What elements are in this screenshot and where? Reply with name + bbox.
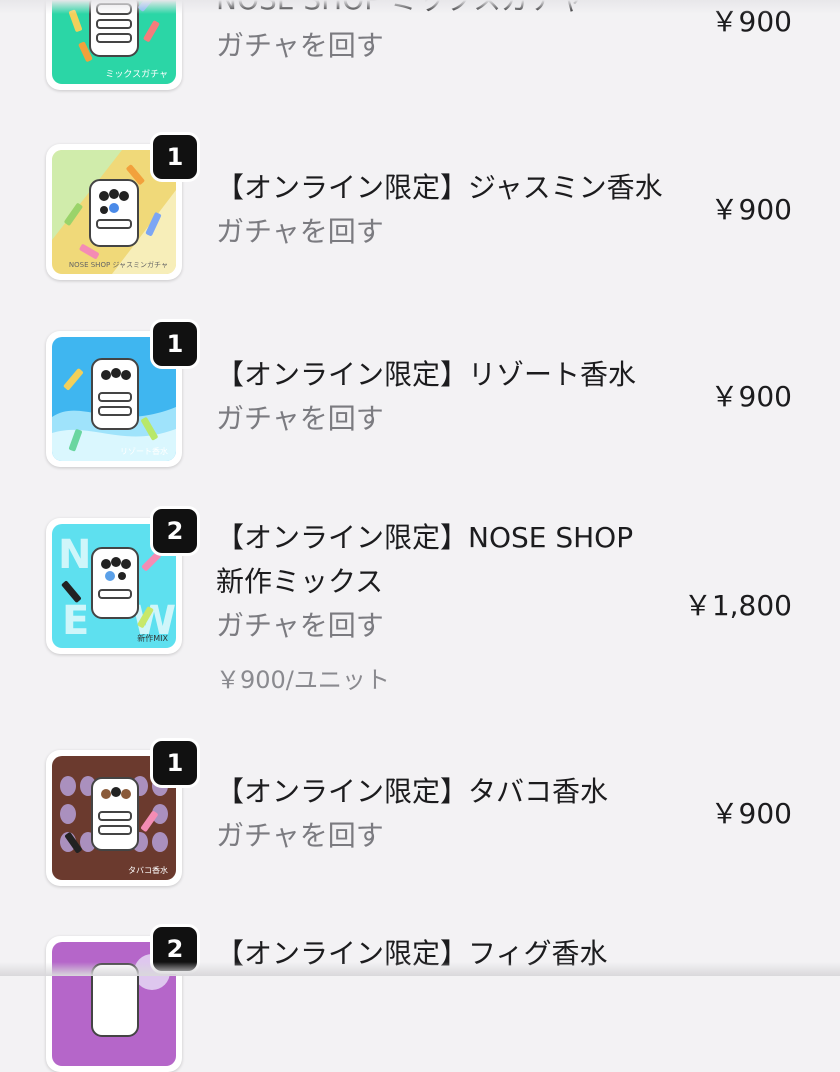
quantity-badge: 1 (150, 738, 200, 788)
quantity-badge: 1 (150, 132, 200, 182)
thumbnail-caption: ミックスガチャ (105, 70, 168, 80)
cart-item-list: ミックスガチャ NOSE SHOP ミックスガチャ ガチャを回す ￥900 (0, 0, 840, 1072)
thumbnail-caption: 新作MIX (137, 634, 168, 643)
product-thumbnail[interactable]: NOSE SHOP ジャスミンガチャ 1 (46, 132, 200, 280)
item-title: 【オンライン限定】ジャスミン香水 (216, 171, 663, 204)
product-thumbnail[interactable]: N E W 新作MIX 2 (46, 506, 200, 654)
cart-item[interactable]: NOSE SHOP ジャスミンガチャ 1 【オンライン限定】ジャスミン香水 ガチ… (0, 132, 840, 304)
cart-item[interactable]: タバコ香水 1 【オンライン限定】タバコ香水 ガチャを回す ￥900 (0, 738, 840, 910)
cart-item[interactable]: リゾート香水 1 【オンライン限定】リゾート香水 ガチャを回す ￥900 (0, 319, 840, 491)
spin-gacha-link[interactable]: ガチャを回す (216, 24, 384, 68)
spin-gacha-link[interactable]: ガチャを回す (216, 397, 384, 441)
cart-item[interactable]: ミックスガチャ NOSE SHOP ミックスガチャ ガチャを回す ￥900 (0, 0, 840, 114)
spin-gacha-link[interactable]: ガチャを回す (216, 210, 384, 254)
spin-gacha-link[interactable]: ガチャを回す (216, 814, 384, 858)
thumbnail-caption: NOSE SHOP ジャスミンガチャ (68, 261, 168, 269)
spin-gacha-link[interactable]: ガチャを回す (216, 604, 384, 648)
item-title: 【オンライン限定】タバコ香水 (216, 775, 609, 808)
svg-text:N: N (58, 532, 91, 578)
item-title: 【オンライン限定】リゾート香水 (216, 358, 637, 391)
svg-text:E: E (62, 598, 89, 644)
scroll-shadow-top (0, 0, 840, 14)
product-thumbnail[interactable]: 2 (46, 924, 200, 1072)
thumbnail-caption: リゾート香水 (120, 447, 168, 456)
cart-item[interactable]: 2 【オンライン限定】フィグ香水 (0, 924, 840, 1072)
item-price: ￥900 (710, 193, 792, 226)
product-thumbnail[interactable]: タバコ香水 1 (46, 738, 200, 886)
item-title-line2: 新作ミックス (216, 565, 384, 598)
product-thumbnail[interactable]: リゾート香水 1 (46, 319, 200, 467)
quantity-badge: 2 (150, 506, 200, 556)
thumbnail-caption: タバコ香水 (128, 866, 168, 875)
item-title: 【オンライン限定】NOSE SHOP (216, 521, 634, 554)
item-price: ￥900 (710, 797, 792, 830)
cart-item[interactable]: N E W 新作MIX 2 【オンライン限定】NOSE SHOP 新作ミックス … (0, 506, 840, 708)
scroll-shadow-bottom (0, 962, 840, 976)
item-price: ￥900 (710, 380, 792, 413)
unit-price: ￥900/ユニット (216, 666, 390, 694)
item-price: ￥1,800 (683, 589, 792, 622)
quantity-badge: 1 (150, 319, 200, 369)
